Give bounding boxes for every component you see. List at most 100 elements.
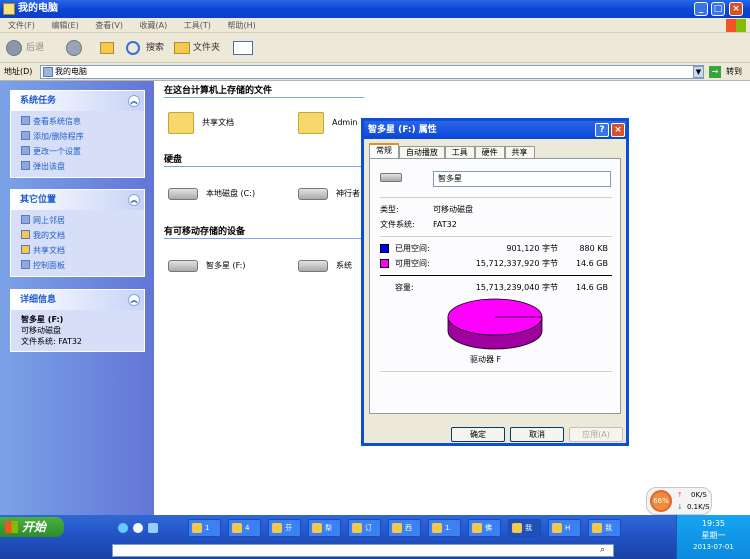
search-button[interactable]: 搜索 — [146, 39, 164, 57]
task-button[interactable]: 我 — [588, 519, 621, 537]
ok-button[interactable]: 确定 — [451, 427, 505, 442]
collapse-icon[interactable]: ︽ — [128, 294, 140, 306]
free-space-swatch — [380, 259, 389, 268]
tab-general[interactable]: 常规 — [369, 143, 399, 158]
free-size: 14.6 GB — [575, 259, 608, 268]
menu-view[interactable]: 查看(V) — [95, 21, 123, 30]
minimize-button[interactable]: _ — [694, 2, 708, 16]
hard-drive-icon — [298, 187, 328, 200]
address-label: 地址(D) — [4, 67, 33, 76]
fs-value: FAT32 — [433, 220, 457, 229]
collapse-icon[interactable]: ︽ — [128, 194, 140, 206]
task-button[interactable]: 梨 — [308, 519, 341, 537]
used-label: 已用空间: — [395, 244, 430, 253]
address-bar: 地址(D) 我的电脑 ▼ → 转到 — [0, 63, 750, 81]
task-pane: 系统任务 ︽ 查看系统信息 添加/删除程序 更改一个设置 弹出该盘 其它位置 ︽ 网… — [0, 81, 154, 515]
dialog-titlebar: 智多星 (F:) 属性 ? × — [364, 121, 626, 139]
start-button[interactable]: 开始 — [0, 517, 64, 537]
item-drive-shenxingzhe[interactable]: 神行者 — [298, 179, 360, 209]
network-speed-widget[interactable]: 66% ↑ 0K/S ↓ 0.1K/S — [646, 487, 712, 515]
menu-file[interactable]: 文件(F) — [8, 21, 35, 30]
menu-tools[interactable]: 工具(T) — [184, 21, 211, 30]
folder-icon — [21, 230, 30, 239]
task-button-active[interactable]: 我 — [508, 519, 541, 537]
ie-icon[interactable] — [118, 523, 128, 533]
clock-time[interactable]: 19:35 — [677, 519, 750, 528]
address-dropdown-icon[interactable]: ▼ — [693, 66, 704, 78]
group-header-hard-disks: 硬盘 — [164, 152, 364, 167]
app-icon — [232, 523, 242, 533]
menu-favorites[interactable]: 收藏(A) — [140, 21, 168, 30]
dialog-close-button[interactable]: × — [611, 123, 625, 137]
item-local-disk-c[interactable]: 本地磁盘 (C:) — [168, 179, 255, 209]
back-arrow-icon[interactable] — [6, 40, 22, 56]
help-button[interactable]: ? — [595, 123, 609, 137]
item-shared-documents[interactable]: 共享文档 — [168, 108, 234, 138]
group-header-stored-files: 在这台计算机上存储的文件 — [164, 83, 364, 98]
maximize-button[interactable]: □ — [711, 2, 725, 16]
cancel-button[interactable]: 取消 — [510, 427, 564, 442]
forward-arrow-icon[interactable] — [66, 40, 82, 56]
place-network[interactable]: 网上邻居 — [11, 213, 144, 228]
drive-name-input[interactable]: 智多星 — [433, 171, 611, 187]
system-tray: 19:35 星期一 2013-07-01 — [676, 515, 750, 559]
go-arrow-icon[interactable]: → — [709, 66, 721, 78]
place-shared-documents[interactable]: 共享文档 — [11, 243, 144, 258]
desktop-icon[interactable] — [148, 523, 158, 533]
place-my-documents[interactable]: 我的文档 — [11, 228, 144, 243]
item-drive-f[interactable]: 智多星 (F:) — [168, 251, 245, 281]
folder-icon — [21, 245, 30, 254]
hard-drive-icon — [168, 187, 198, 200]
place-control-panel[interactable]: 控制面板 — [11, 258, 144, 273]
task-button[interactable]: 订 — [348, 519, 381, 537]
used-space-swatch — [380, 244, 389, 253]
collapse-icon[interactable]: ︽ — [128, 95, 140, 107]
toolbar: 后退 搜索 文件夹 — [0, 33, 750, 63]
info-icon — [21, 116, 30, 125]
task-eject-disk[interactable]: 弹出该盘 — [11, 159, 144, 174]
task-button[interactable]: 芬 — [268, 519, 301, 537]
views-icon[interactable] — [233, 41, 253, 55]
apply-button[interactable]: 应用(A) — [569, 427, 623, 442]
app-icon — [392, 523, 402, 533]
app-icon — [352, 523, 362, 533]
disk-usage-pie-chart — [447, 298, 543, 350]
folders-button[interactable]: 文件夹 — [193, 39, 220, 57]
capacity-label: 容量: — [395, 283, 414, 292]
separator — [380, 275, 612, 276]
quicklaunch-icon[interactable] — [133, 523, 143, 533]
capacity-bytes: 15,713,239,040 字节 — [475, 283, 558, 292]
system-tasks-title: 系统任务 — [20, 96, 57, 106]
task-button[interactable]: 西 — [388, 519, 421, 537]
task-button[interactable]: H — [548, 519, 581, 537]
menu-edit[interactable]: 编辑(E) — [51, 21, 78, 30]
programs-icon — [21, 131, 30, 140]
task-change-setting[interactable]: 更改一个设置 — [11, 144, 144, 159]
task-button[interactable]: 佛 — [468, 519, 501, 537]
item-drive-system[interactable]: 系统 — [298, 251, 360, 281]
up-folder-icon[interactable] — [100, 42, 114, 54]
back-button[interactable]: 后退 — [26, 39, 44, 57]
item-admin-documents[interactable]: Administrator 的文档 — [298, 108, 358, 138]
window-title: 我的电脑 — [18, 3, 58, 14]
fs-label: 文件系统: — [380, 220, 415, 229]
menu-help[interactable]: 帮助(H) — [227, 21, 255, 30]
my-computer-icon — [3, 3, 15, 15]
system-tasks-panel: 系统任务 ︽ 查看系统信息 添加/删除程序 更改一个设置 弹出该盘 — [10, 90, 145, 178]
task-button[interactable]: 4 — [228, 519, 261, 537]
go-button[interactable]: 转到 — [726, 66, 742, 77]
start-label: 开始 — [22, 520, 47, 534]
address-input[interactable]: 我的电脑 — [40, 65, 704, 79]
task-button[interactable]: 1 — [188, 519, 221, 537]
separator — [380, 236, 612, 237]
separator — [380, 197, 612, 198]
removable-drive-icon — [298, 259, 328, 272]
app-icon — [512, 523, 522, 533]
control-panel-icon — [21, 260, 30, 269]
close-button[interactable]: × — [729, 2, 743, 16]
used-bytes: 901,120 字节 — [506, 244, 558, 253]
task-view-system-info[interactable]: 查看系统信息 — [11, 114, 144, 129]
task-button[interactable]: 1. — [428, 519, 461, 537]
taskbar-search-input[interactable] — [112, 544, 614, 557]
task-add-remove-programs[interactable]: 添加/删除程序 — [11, 129, 144, 144]
